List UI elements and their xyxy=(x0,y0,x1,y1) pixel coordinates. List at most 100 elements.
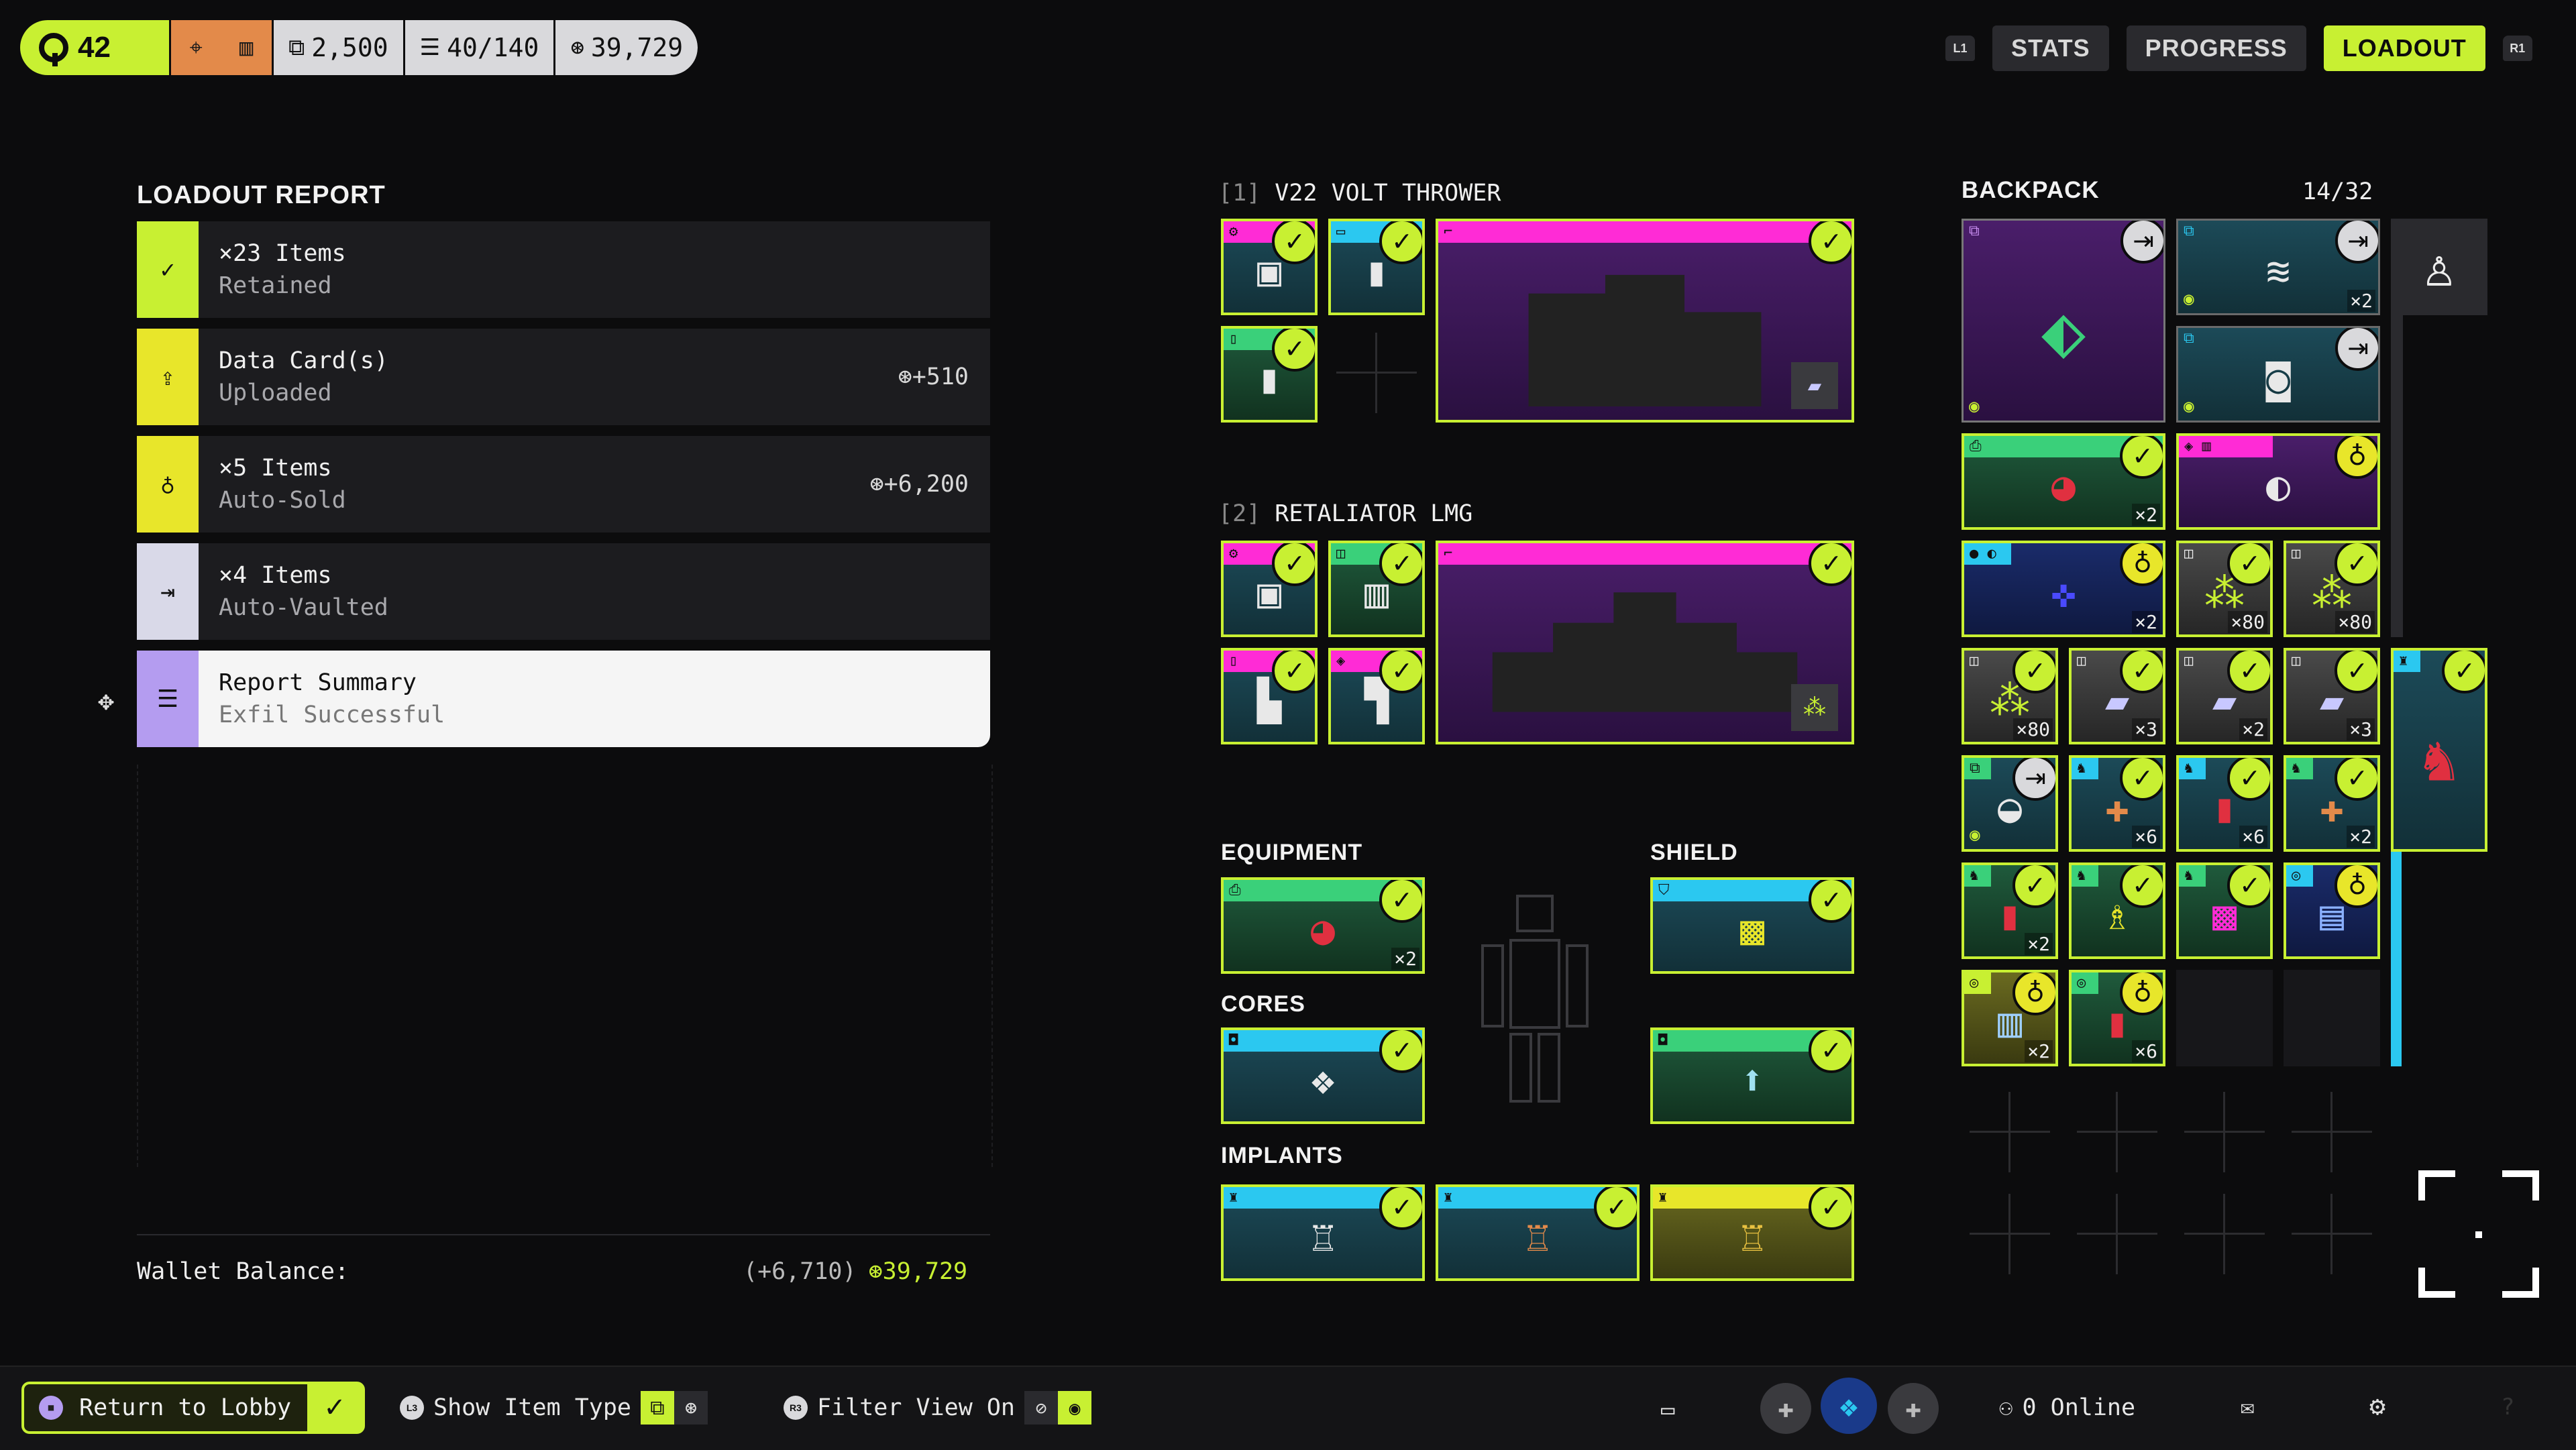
implant-module-icon: ♖ xyxy=(1525,1213,1550,1261)
implant-slot[interactable]: ♜ ♖ ✓ xyxy=(1221,1184,1425,1281)
stat-currency-a: ⧉ 2,500 xyxy=(272,20,403,75)
weapon-2-mod-slot[interactable]: ◫ ▥ ✓ xyxy=(1328,541,1425,637)
stash-capacity-value: 40/140 xyxy=(447,33,539,62)
core-icon: ◘ xyxy=(1229,1032,1238,1049)
ammo-type-icon: ⁂ xyxy=(1791,684,1838,731)
faction-badge[interactable]: ⌖ ▥ xyxy=(169,20,272,75)
scan-frame-icon[interactable] xyxy=(2415,1167,2542,1301)
backpack-slot[interactable]: ♞ ✚ ×6 ✓ xyxy=(2069,755,2165,852)
check-icon: ✓ xyxy=(2012,651,2055,693)
empty-backpack-slot[interactable] xyxy=(2284,970,2380,1066)
credits-icon: ⊛ xyxy=(674,1391,708,1425)
weapon-2-index: [2] xyxy=(1218,500,1261,527)
filter-view-label: Filter View On xyxy=(817,1394,1016,1421)
backpack-slot[interactable]: ♞ ✚ ×2 ✓ xyxy=(2284,755,2380,852)
check-icon: ✓ xyxy=(1272,329,1315,372)
weapon-2-main-slot[interactable]: ⌐ ▄▆█▆▄ ⁂ ✓ xyxy=(1436,541,1854,744)
check-icon: ✓ xyxy=(1379,1030,1422,1073)
check-icon: ✓ xyxy=(1272,543,1315,586)
chat-icon[interactable]: ▭ xyxy=(1661,1396,1674,1423)
report-row-autovaulted[interactable]: ⇥ ×4 Items Auto-Vaulted xyxy=(137,543,990,640)
scrollbar-thumb[interactable] xyxy=(2391,852,2402,1066)
check-icon: ✓ xyxy=(2227,758,2270,801)
backpack-slot[interactable]: ◫ ⁂ ×80 ✓ xyxy=(2176,541,2273,637)
left-bumper-hint: L1 xyxy=(1945,36,1975,61)
report-row-retained[interactable]: ✓ ×23 Items Retained xyxy=(137,221,990,318)
level-ring-icon xyxy=(39,33,68,66)
backpack-slot[interactable]: ♜ ♞ ✓ xyxy=(2391,648,2487,852)
return-to-lobby-button[interactable]: ■ Return to Lobby ✓ xyxy=(21,1382,365,1434)
tab-progress[interactable]: PROGRESS xyxy=(2126,25,2306,71)
sell-icon: ♁ xyxy=(2012,972,2055,1015)
check-icon: ✓ xyxy=(1809,880,1851,923)
eye-icon: ◉ xyxy=(2184,396,2194,416)
backpack-slot[interactable]: ◫ ▰ ×3 ✓ xyxy=(2284,648,2380,744)
help-icon[interactable]: ? xyxy=(2501,1394,2514,1420)
ammo-icon: ◫ xyxy=(2184,545,2194,562)
wallet-delta: (+6,710) xyxy=(743,1258,857,1285)
character-icon[interactable]: ♙ xyxy=(2391,219,2487,315)
backpack-slot[interactable]: ♞ ▩ ✓ xyxy=(2176,862,2273,959)
weapon-1-mod-slot[interactable]: ⚙ ▣ ✓ xyxy=(1221,219,1318,315)
report-row-autosold[interactable]: ♁ ×5 Items Auto-Sold ⊛+6,200 xyxy=(137,436,990,533)
consumable-icon: ♞ xyxy=(1970,867,1979,884)
add-squad-right-icon[interactable]: ✚ xyxy=(1888,1383,1939,1434)
data-card-item-icon: ⬖ xyxy=(2041,287,2086,374)
backpack-slot[interactable]: ♞ ▮ ×2 ✓ xyxy=(1962,862,2058,959)
empty-backpack-slot[interactable] xyxy=(2176,970,2273,1066)
credits-icon: ⊛39,729 xyxy=(868,1258,968,1285)
backpack-slot[interactable]: ● ◐ ✜ ×2 ♁ xyxy=(1962,541,2165,637)
mail-icon[interactable]: ✉ xyxy=(2241,1394,2254,1420)
backpack-slot[interactable]: ◫ ⁂ ×80 ✓ xyxy=(2284,541,2380,637)
gear-icon[interactable]: ⚙ xyxy=(2369,1391,2385,1422)
backpack-slot[interactable]: ◎ ▤ ♁ xyxy=(2284,862,2380,959)
weapon-1-mod-slot[interactable]: ▭ ▮ ✓ xyxy=(1328,219,1425,315)
implant-slot[interactable]: ♜ ♖ ✓ xyxy=(1436,1184,1640,1281)
player-avatar[interactable]: ❖ xyxy=(1821,1378,1877,1434)
locked-backpack-slot xyxy=(2077,1194,2157,1274)
weapon-2-mod-slot[interactable]: ◈ ▜ ✓ xyxy=(1328,648,1425,744)
weapon-1-mod-slot[interactable]: ▯ ▮ ✓ xyxy=(1221,326,1318,423)
locked-backpack-slot xyxy=(1970,1194,2050,1274)
player-level[interactable]: 42 xyxy=(20,20,169,75)
backpack-slot[interactable]: ◈ ▥ ◐ ♁ xyxy=(2176,433,2380,530)
tab-loadout[interactable]: LOADOUT xyxy=(2323,25,2485,71)
vault-enter-icon: ⇥ xyxy=(2121,221,2163,264)
shield-slot[interactable]: ⛉ ▩ ✓ xyxy=(1650,877,1854,974)
bars-icon: ▥ xyxy=(239,34,254,61)
equipment-slot[interactable]: ⎙ ◕ ×2 ✓ xyxy=(1221,877,1425,974)
locked-backpack-slot xyxy=(2292,1194,2372,1274)
stash-icon: ☰ xyxy=(419,34,441,61)
backpack-slot[interactable]: ⧉ ⬖ ⇥ ◉ xyxy=(1962,219,2165,423)
core-slot[interactable]: ◘ ⬆ ✓ xyxy=(1650,1027,1854,1124)
rifle-icon: ⌐ xyxy=(1444,545,1453,562)
filter-view-toggle[interactable]: R3 Filter View On ⊘ ◉ xyxy=(784,1386,1092,1430)
implant-slot[interactable]: ♜ ♖ ✓ xyxy=(1650,1184,1854,1281)
online-friends[interactable]: ⚇ 0 Online xyxy=(1999,1386,2135,1430)
weapon-2-mod-slot[interactable]: ▯ ▙ ✓ xyxy=(1221,648,1318,744)
backpack-slot[interactable]: ◫ ▰ ×3 ✓ xyxy=(2069,648,2165,744)
show-item-type-toggle[interactable]: L3 Show Item Type ⧉ ⊛ xyxy=(400,1386,708,1430)
backpack-slot[interactable]: ⧉ ◙ ⇥ ◉ xyxy=(2176,326,2380,423)
tab-stats[interactable]: STATS xyxy=(1992,25,2109,71)
wallet-balance: (+6,710) ⊛39,729 xyxy=(743,1258,967,1285)
add-squad-left-icon[interactable]: ✚ xyxy=(1760,1383,1811,1434)
report-row-summary[interactable]: ☰ Report Summary Exfil Successful xyxy=(137,651,990,747)
r3-button-icon: R3 xyxy=(784,1396,808,1420)
empty-mod-slot[interactable] xyxy=(1336,333,1417,413)
backpack-slot[interactable]: ◎ ▥ ×2 ♁ xyxy=(1962,970,2058,1066)
backpack-slot[interactable]: ♞ ♗ ✓ xyxy=(2069,862,2165,959)
backpack-slot[interactable]: ⧉ ≋ ×2 ⇥ ◉ xyxy=(2176,219,2380,315)
scrollbar-track[interactable] xyxy=(2391,315,2403,637)
implant-icon: ♜ xyxy=(1444,1189,1453,1206)
backpack-slot[interactable]: ◎ ▮ ×6 ♁ xyxy=(2069,970,2165,1066)
backpack-slot[interactable]: ◫ ⁂ ×80 ✓ xyxy=(1962,648,2058,744)
backpack-slot[interactable]: ◫ ▰ ×2 ✓ xyxy=(2176,648,2273,744)
backpack-slot[interactable]: ⧉ ◒ ⇥ ◉ xyxy=(1962,755,2058,852)
core-slot[interactable]: ◘ ❖ ✓ xyxy=(1221,1027,1425,1124)
report-row-uploaded[interactable]: ⇪ Data Card(s) Uploaded ⊛+510 xyxy=(137,329,990,425)
weapon-1-main-slot[interactable]: ⌐ ▆▇▅ ▰ ✓ xyxy=(1436,219,1854,423)
backpack-slot[interactable]: ♞ ▮ ×6 ✓ xyxy=(2176,755,2273,852)
weapon-2-mod-slot[interactable]: ⚙ ▣ ✓ xyxy=(1221,541,1318,637)
backpack-slot[interactable]: ⎙ ◕ ×2 ✓ xyxy=(1962,433,2165,530)
